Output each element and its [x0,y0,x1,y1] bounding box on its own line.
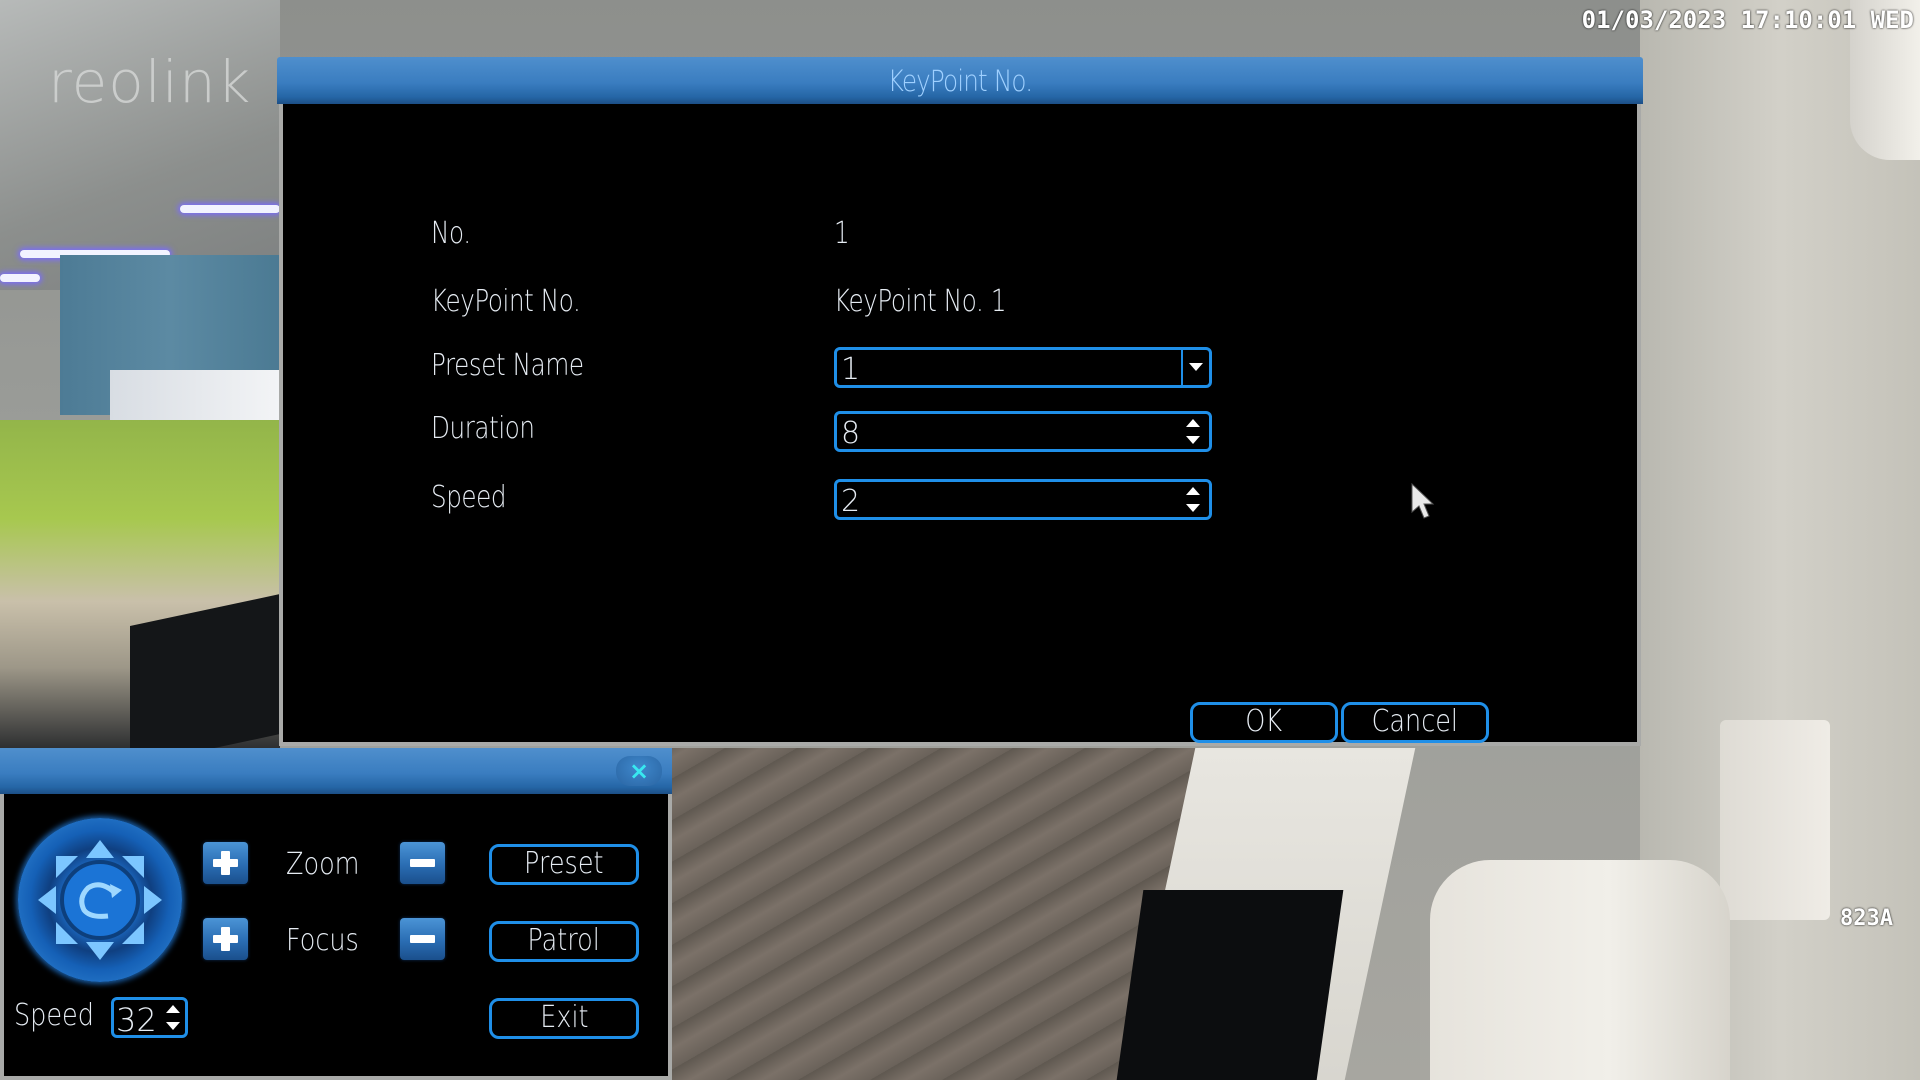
exit-button-label: Exit [539,1000,589,1035]
pan-down-arrow-icon [86,942,114,960]
field-label-keypoint-no: KeyPoint No. [431,284,581,319]
focus-in-button[interactable] [203,918,248,960]
arrow-down-icon [166,1022,180,1030]
ptz-speed-label: Speed [14,998,94,1033]
ptz-speed-spinner[interactable]: 32 [111,997,188,1039]
preset-button-label: Preset [524,846,604,881]
pan-up-arrow-icon [86,840,114,858]
arrow-down-icon [1186,436,1200,444]
duration-decrement-button[interactable] [1185,434,1201,446]
plus-icon-vertical [221,927,230,951]
close-button[interactable]: × [616,756,662,786]
field-value-keypoint-no: KeyPoint No. 1 [834,284,1007,319]
osd-timestamp: 01/03/2023 17:10:01 WED [1581,6,1914,34]
ptz-direction-pad-icon [38,840,162,960]
field-label-duration: Duration [431,411,535,446]
arrow-up-icon [1186,487,1200,495]
preset-name-dropdown[interactable]: 1 [834,347,1212,388]
patrol-button[interactable]: Patrol [489,921,639,962]
bg-ceiling-light [0,274,40,282]
chevron-down-icon [1189,363,1203,371]
ptz-direction-pad[interactable] [18,818,182,982]
ptz-speed-decrement-button[interactable] [165,1020,181,1032]
pan-right-arrow-icon [144,886,162,914]
keypoint-dialog: KeyPoint No. [277,57,1643,746]
arrow-up-icon [166,1005,180,1013]
speed-spinner[interactable]: 2 [834,479,1212,520]
bg-camera-bracket [1720,720,1830,920]
minus-icon [410,935,435,943]
ok-button-label: OK [1245,704,1283,739]
field-label-no: No. [431,216,471,251]
field-value-no: 1 [834,216,850,251]
bg-computer-case [1116,890,1344,1080]
brand-logo: reolink [48,48,252,116]
duration-spinner[interactable]: 8 [834,411,1212,452]
field-label-preset-name: Preset Name [431,348,584,383]
duration-value[interactable]: 8 [841,416,860,451]
ok-button[interactable]: OK [1190,702,1338,743]
bg-ceiling [0,0,280,290]
dialog-title: KeyPoint No. [887,64,1033,98]
preset-name-value: 1 [841,352,861,387]
speed-increment-button[interactable] [1185,485,1201,497]
bg-ceiling-light [180,205,280,213]
zoom-label: Zoom [286,847,360,882]
arrow-up-icon [1186,419,1200,427]
plus-icon-vertical [221,851,230,875]
patrol-button-label: Patrol [527,923,601,958]
arrow-down-icon [1186,504,1200,512]
field-label-speed: Speed [431,480,507,515]
zoom-in-button[interactable] [203,842,248,884]
cancel-button-label: Cancel [1371,704,1459,739]
focus-out-button[interactable] [400,918,445,960]
ptz-speed-increment-button[interactable] [165,1003,181,1015]
preset-name-dropdown-button[interactable] [1181,350,1209,385]
osd-camera-label: 823A [1840,906,1893,931]
zoom-out-button[interactable] [400,842,445,884]
dialog-title-bar: KeyPoint No. [277,57,1643,104]
auto-rotate-button [60,860,140,940]
mouse-pointer-icon [1411,482,1435,519]
ptz-speed-value[interactable]: 32 [116,1001,157,1039]
close-icon: × [628,757,650,785]
ptz-title-bar[interactable]: × [0,748,672,794]
speed-value[interactable]: 2 [841,484,860,519]
cancel-button[interactable]: Cancel [1341,702,1489,743]
preset-button[interactable]: Preset [489,844,639,885]
speed-decrement-button[interactable] [1185,502,1201,514]
pan-left-arrow-icon [38,886,56,914]
exit-button[interactable]: Exit [489,998,639,1039]
focus-label: Focus [286,923,359,958]
minus-icon [410,859,435,867]
bg-camera-device [1430,860,1730,1080]
duration-increment-button[interactable] [1185,417,1201,429]
